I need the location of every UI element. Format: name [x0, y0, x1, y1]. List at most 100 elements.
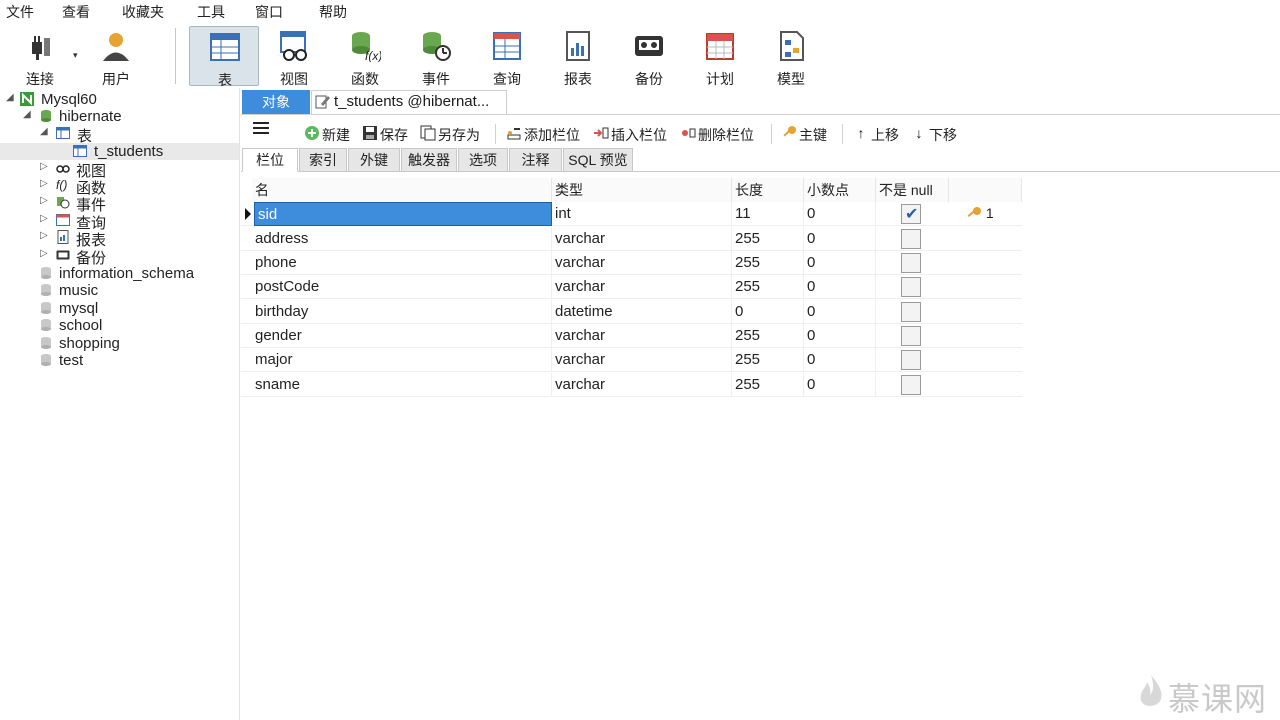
menu-view[interactable]: 查看 [62, 2, 90, 22]
field-length-cell[interactable]: 255 [732, 373, 804, 397]
field-type-cell[interactable]: varchar [552, 227, 732, 251]
field-length-cell[interactable]: 255 [732, 227, 804, 251]
field-decimals-cell[interactable]: 0 [804, 251, 876, 275]
column-header-not-null[interactable]: 不是 null [876, 178, 949, 202]
menu-tools[interactable]: 工具 [197, 2, 225, 22]
table-row[interactable]: gender varchar 255 0 [241, 324, 1022, 348]
tree-queries[interactable]: ▷ 查询 [4, 212, 234, 232]
tab-options[interactable]: 选项 [458, 148, 508, 172]
primary-key-button[interactable]: 主键 [781, 124, 833, 144]
expanded-arrow-icon[interactable]: ◢ [6, 92, 14, 103]
user-button[interactable]: 用户 [81, 26, 151, 87]
save-as-button[interactable]: 另存为 [420, 124, 486, 144]
field-decimals-cell[interactable]: 0 [804, 202, 876, 226]
tab-indexes[interactable]: 索引 [299, 148, 347, 172]
model-button[interactable]: 模型 [756, 26, 826, 87]
connect-button[interactable]: 连接 ▾ [5, 26, 78, 87]
field-name-cell[interactable]: phone [252, 251, 552, 275]
collapsed-arrow-icon[interactable]: ▷ [40, 213, 48, 224]
new-button[interactable]: 新建 [304, 124, 356, 144]
tab-triggers[interactable]: 触发器 [401, 148, 457, 172]
move-down-button[interactable]: ↓ 下移 [911, 124, 963, 144]
field-length-cell[interactable]: 255 [732, 324, 804, 348]
tree-views[interactable]: ▷ 视图 [4, 160, 234, 180]
field-length-cell[interactable]: 255 [732, 251, 804, 275]
field-name-cell[interactable]: postCode [252, 275, 552, 299]
field-decimals-cell[interactable]: 0 [804, 324, 876, 348]
field-decimals-cell[interactable]: 0 [804, 300, 876, 324]
not-null-checkbox[interactable] [901, 253, 921, 273]
tab-foreign-keys[interactable]: 外键 [348, 148, 400, 172]
field-type-cell[interactable]: int [552, 202, 732, 226]
expanded-arrow-icon[interactable]: ◢ [40, 126, 48, 137]
table-row[interactable]: sname varchar 255 0 [241, 373, 1022, 397]
not-null-checkbox[interactable] [901, 204, 921, 224]
tree-db-test[interactable]: test [4, 352, 234, 369]
field-name-cell[interactable]: sid [254, 202, 552, 226]
not-null-checkbox[interactable] [901, 375, 921, 395]
tree-table-t-students[interactable]: t_students [0, 143, 239, 160]
not-null-checkbox[interactable] [901, 350, 921, 370]
field-type-cell[interactable]: varchar [552, 324, 732, 348]
table-row[interactable]: phone varchar 255 0 [241, 251, 1022, 275]
backup-button[interactable]: 备份 [614, 26, 684, 87]
not-null-checkbox[interactable] [901, 302, 921, 322]
schedule-button[interactable]: 计划 [685, 26, 755, 87]
column-header-type[interactable]: 类型 [552, 178, 732, 202]
tree-reports[interactable]: ▷ 报表 [4, 229, 234, 249]
report-button[interactable]: 报表 [543, 26, 613, 87]
field-name-cell[interactable]: gender [252, 324, 552, 348]
collapsed-arrow-icon[interactable]: ▷ [40, 230, 48, 241]
tree-events[interactable]: ▷ 事件 [4, 194, 234, 214]
field-decimals-cell[interactable]: 0 [804, 348, 876, 372]
tree-database[interactable]: ◢ hibernate [4, 108, 234, 125]
connect-dropdown-icon[interactable]: ▾ [73, 50, 78, 61]
field-decimals-cell[interactable]: 0 [804, 373, 876, 397]
tree-backups[interactable]: ▷ 备份 [4, 247, 234, 267]
tab-comments[interactable]: 注释 [509, 148, 562, 172]
field-name-cell[interactable]: birthday [252, 300, 552, 324]
insert-field-button[interactable]: 插入栏位 [593, 124, 673, 144]
view-button[interactable]: 视图 [259, 26, 329, 87]
field-name-cell[interactable]: sname [252, 373, 552, 397]
not-null-checkbox[interactable] [901, 229, 921, 249]
menu-icon[interactable] [253, 122, 269, 136]
table-row[interactable]: address varchar 255 0 [241, 227, 1022, 251]
tree-connection[interactable]: ◢ Mysql60 [4, 91, 234, 108]
field-type-cell[interactable]: varchar [552, 373, 732, 397]
save-button[interactable]: 保存 [362, 124, 414, 144]
not-null-checkbox[interactable] [901, 326, 921, 346]
tree-tables[interactable]: ◢ 表 [4, 125, 234, 145]
tab-sql-preview[interactable]: SQL 预览 [563, 148, 633, 172]
table-row[interactable]: birthday datetime 0 0 [241, 300, 1022, 324]
field-length-cell[interactable]: 255 [732, 348, 804, 372]
column-header-length[interactable]: 长度 [732, 178, 804, 202]
event-button[interactable]: 事件 [401, 26, 471, 87]
table-row[interactable]: postCode varchar 255 0 [241, 275, 1022, 299]
field-length-cell[interactable]: 0 [732, 300, 804, 324]
column-header-name[interactable]: 名 [252, 178, 552, 202]
field-name-cell[interactable]: address [252, 227, 552, 251]
field-decimals-cell[interactable]: 0 [804, 275, 876, 299]
field-type-cell[interactable]: varchar [552, 251, 732, 275]
table-button[interactable]: 表 [189, 26, 259, 88]
delete-field-button[interactable]: 删除栏位 [680, 124, 762, 144]
collapsed-arrow-icon[interactable]: ▷ [40, 195, 48, 206]
expanded-arrow-icon[interactable]: ◢ [23, 109, 31, 120]
tab-objects[interactable]: 对象 [242, 90, 310, 114]
tree-db-mysql[interactable]: mysql [4, 300, 234, 317]
tree-functions[interactable]: ▷ f() 函数 [4, 177, 234, 197]
not-null-checkbox[interactable] [901, 277, 921, 297]
menu-help[interactable]: 帮助 [319, 2, 347, 22]
field-type-cell[interactable]: varchar [552, 275, 732, 299]
collapsed-arrow-icon[interactable]: ▷ [40, 161, 48, 172]
query-button[interactable]: 查询 [472, 26, 542, 87]
tab-table-design[interactable]: t_students @hibernat... [311, 90, 507, 114]
save-label[interactable]: 保存 [380, 125, 408, 145]
tree-db-music[interactable]: music [4, 282, 234, 299]
add-field-button[interactable]: 添加栏位 [506, 124, 586, 144]
collapsed-arrow-icon[interactable]: ▷ [40, 178, 48, 189]
field-decimals-cell[interactable]: 0 [804, 227, 876, 251]
column-header-decimals[interactable]: 小数点 [804, 178, 876, 202]
function-button[interactable]: f(x) 函数 [330, 26, 400, 87]
